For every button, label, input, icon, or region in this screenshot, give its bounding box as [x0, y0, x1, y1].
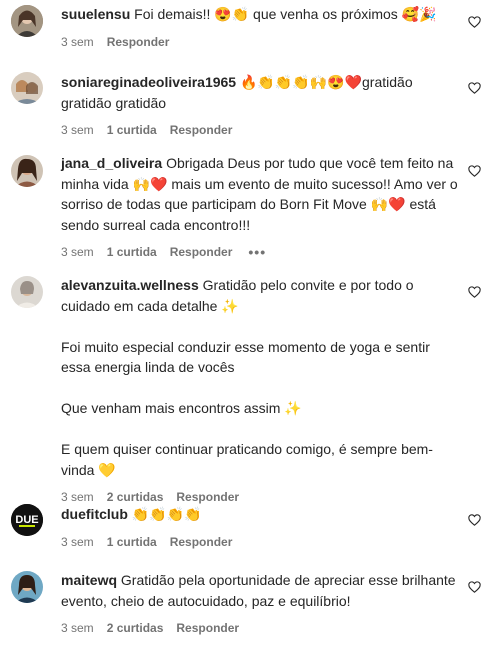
likes-count[interactable]: 2 curtidas — [107, 621, 164, 635]
comment-text: Gratidão pela oportunidade de apreciar e… — [61, 572, 460, 609]
comment-text: Foi demais!! 😍👏 que venha os próximos 🥰🎉 — [134, 6, 437, 22]
avatar[interactable] — [11, 5, 43, 37]
avatar[interactable] — [11, 72, 43, 104]
reply-button[interactable]: Responder — [176, 490, 239, 504]
like-heart-icon[interactable] — [468, 581, 481, 593]
avatar[interactable] — [11, 276, 43, 308]
comment-time[interactable]: 3 sem — [61, 535, 94, 549]
comment-time[interactable]: 3 sem — [61, 123, 94, 137]
likes-count[interactable]: 2 curtidas — [107, 490, 164, 504]
logo-text: DUE — [15, 514, 38, 526]
comment-text: 👏👏👏👏 — [131, 506, 202, 522]
like-heart-icon[interactable] — [468, 16, 481, 28]
like-heart-icon[interactable] — [468, 165, 481, 177]
reply-button[interactable]: Responder — [170, 245, 233, 259]
comment-username[interactable]: duefitclub — [61, 506, 128, 522]
comment-text: Gratidão pelo convite e por todo o cuida… — [61, 277, 433, 478]
comment-username[interactable]: alevanzuita.wellness — [61, 277, 199, 293]
like-heart-icon[interactable] — [468, 286, 481, 298]
reply-button[interactable]: Responder — [170, 535, 233, 549]
reply-button[interactable]: Responder — [107, 35, 170, 49]
likes-count[interactable]: 1 curtida — [107, 535, 157, 549]
comment-username[interactable]: suuelensu — [61, 6, 130, 22]
reply-button[interactable]: Responder — [170, 123, 233, 137]
comment-username[interactable]: maitewq — [61, 572, 117, 588]
like-heart-icon[interactable] — [468, 82, 481, 94]
duefitclub-logo: DUE — [11, 504, 43, 536]
avatar[interactable] — [11, 571, 43, 603]
more-options-icon[interactable]: ••• — [248, 244, 266, 260]
comment-time[interactable]: 3 sem — [61, 490, 94, 504]
comment-username[interactable]: jana_d_oliveira — [61, 155, 162, 171]
comment-time[interactable]: 3 sem — [61, 245, 94, 259]
like-heart-icon[interactable] — [468, 514, 481, 526]
avatar[interactable] — [11, 155, 43, 187]
comment-username[interactable]: soniareginadeoliveira1965 — [61, 74, 236, 90]
comment-time[interactable]: 3 sem — [61, 35, 94, 49]
likes-count[interactable]: 1 curtida — [107, 245, 157, 259]
avatar[interactable]: DUE — [11, 504, 43, 536]
reply-button[interactable]: Responder — [176, 621, 239, 635]
likes-count[interactable]: 1 curtida — [107, 123, 157, 137]
comment-time[interactable]: 3 sem — [61, 621, 94, 635]
